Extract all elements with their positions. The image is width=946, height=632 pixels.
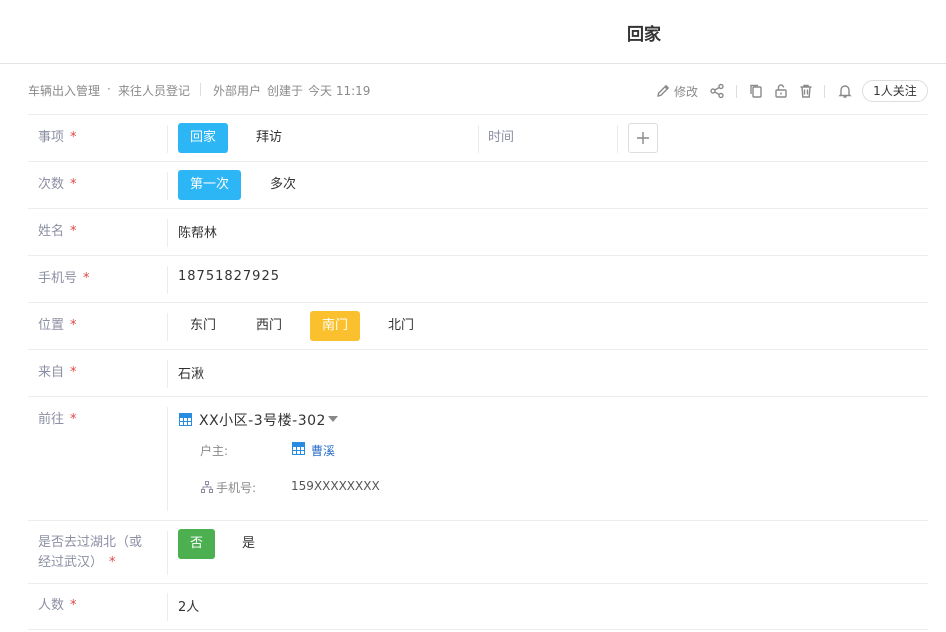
- copy-icon[interactable]: [747, 82, 765, 100]
- field-people: 人数 * 2人: [28, 583, 928, 630]
- field-name-label: 姓名 *: [38, 224, 77, 239]
- field-divider: [167, 360, 168, 388]
- owner-value[interactable]: 曹溪: [311, 442, 335, 459]
- owner-label: 户主:: [200, 444, 229, 458]
- option-location-east[interactable]: 东门: [178, 311, 228, 341]
- field-location: 位置 * 东门 西门 南门 北门: [28, 302, 928, 349]
- field-time-label: 时间: [488, 130, 515, 145]
- field-divider: [167, 219, 168, 247]
- destination-link[interactable]: XX小区-3号楼-302: [199, 410, 326, 430]
- title-bar: 回家: [0, 0, 946, 64]
- option-item-visit[interactable]: 拜访: [244, 123, 294, 153]
- add-field-button[interactable]: [628, 123, 658, 153]
- option-item-home[interactable]: 回家: [178, 123, 229, 153]
- field-divider: [167, 172, 168, 200]
- field-divider: [167, 407, 168, 511]
- field-divider: [167, 313, 168, 341]
- unlock-icon[interactable]: [772, 82, 790, 100]
- field-name: 姓名 * 陈帮林: [28, 208, 928, 255]
- field-divider: [167, 531, 168, 575]
- table-icon: [179, 413, 192, 426]
- owner-phone-label: 手机号:: [216, 481, 257, 495]
- field-people-value: 2人: [178, 600, 200, 615]
- field-divider: [167, 125, 168, 153]
- field-count: 次数 * 第一次 多次: [28, 161, 928, 208]
- meta-divider: [200, 83, 201, 96]
- option-location-west[interactable]: 西门: [244, 311, 294, 341]
- field-divider: [167, 266, 168, 294]
- plus-icon: [637, 132, 649, 144]
- field-from: 来自 * 石湫: [28, 349, 928, 396]
- created-prefix: 创建于: [267, 84, 304, 98]
- breadcrumb-sheet[interactable]: 来往人员登记: [118, 82, 190, 99]
- field-item: 事项 * 回家 拜访 时间: [28, 114, 928, 161]
- field-divider: [167, 593, 168, 621]
- field-phone: 手机号 * 18751827925: [28, 255, 928, 302]
- breadcrumb-dot: ·: [107, 82, 111, 96]
- edit-button[interactable]: 修改: [674, 83, 698, 100]
- option-hubei-no[interactable]: 否: [178, 529, 216, 559]
- created-time: 今天 11:19: [308, 84, 371, 98]
- option-count-first[interactable]: 第一次: [178, 170, 242, 200]
- record-form: 事项 * 回家 拜访 时间 次数 * 第一次 多次 姓名 * 陈帮林 手机号 * 187…: [28, 114, 928, 630]
- creator-name: 外部用户: [213, 84, 262, 98]
- breadcrumb: 车辆出入管理 · 来往人员登记 外部用户 创建于 今天 11:19: [28, 80, 928, 100]
- field-phone-label: 手机号 *: [38, 271, 90, 286]
- option-location-north[interactable]: 北门: [376, 311, 426, 341]
- share-icon[interactable]: [708, 82, 726, 100]
- page-title: 回家: [627, 25, 661, 45]
- field-destination: 前往 * XX小区-3号楼-302 户主: 曹溪 手机号: 159XXXXXXXX: [28, 396, 928, 520]
- option-location-south[interactable]: 南门: [310, 311, 361, 341]
- bell-icon[interactable]: [836, 82, 854, 100]
- hierarchy-icon: [201, 481, 213, 493]
- option-count-multiple[interactable]: 多次: [258, 170, 308, 200]
- toolbar-divider-2: [824, 85, 825, 98]
- pencil-icon[interactable]: [654, 82, 672, 100]
- field-divider: [617, 125, 618, 153]
- caret-down-icon[interactable]: [328, 415, 338, 423]
- field-destination-label: 前往 *: [38, 412, 77, 427]
- table-icon: [292, 442, 305, 455]
- field-from-value: 石湫: [178, 367, 205, 382]
- field-from-label: 来自 *: [38, 365, 77, 380]
- field-name-value: 陈帮林: [178, 226, 218, 241]
- field-location-label: 位置 *: [38, 318, 77, 333]
- follow-button[interactable]: 1人关注: [862, 80, 928, 102]
- field-count-label: 次数 *: [38, 177, 77, 192]
- breadcrumb-app[interactable]: 车辆出入管理: [28, 82, 100, 99]
- field-item-label: 事项 *: [38, 130, 77, 145]
- field-divider: [478, 125, 479, 153]
- field-hubei-label: 是否去过湖北（或 经过武汉） *: [38, 535, 143, 570]
- field-people-label: 人数 *: [38, 598, 77, 613]
- owner-phone-value: 159XXXXXXXX: [291, 479, 380, 493]
- trash-icon[interactable]: [797, 82, 815, 100]
- field-phone-value: 18751827925: [178, 269, 280, 284]
- option-hubei-yes[interactable]: 是: [230, 529, 267, 559]
- toolbar-divider: [736, 85, 737, 98]
- field-hubei: 是否去过湖北（或 经过武汉） * 否 是: [28, 520, 928, 583]
